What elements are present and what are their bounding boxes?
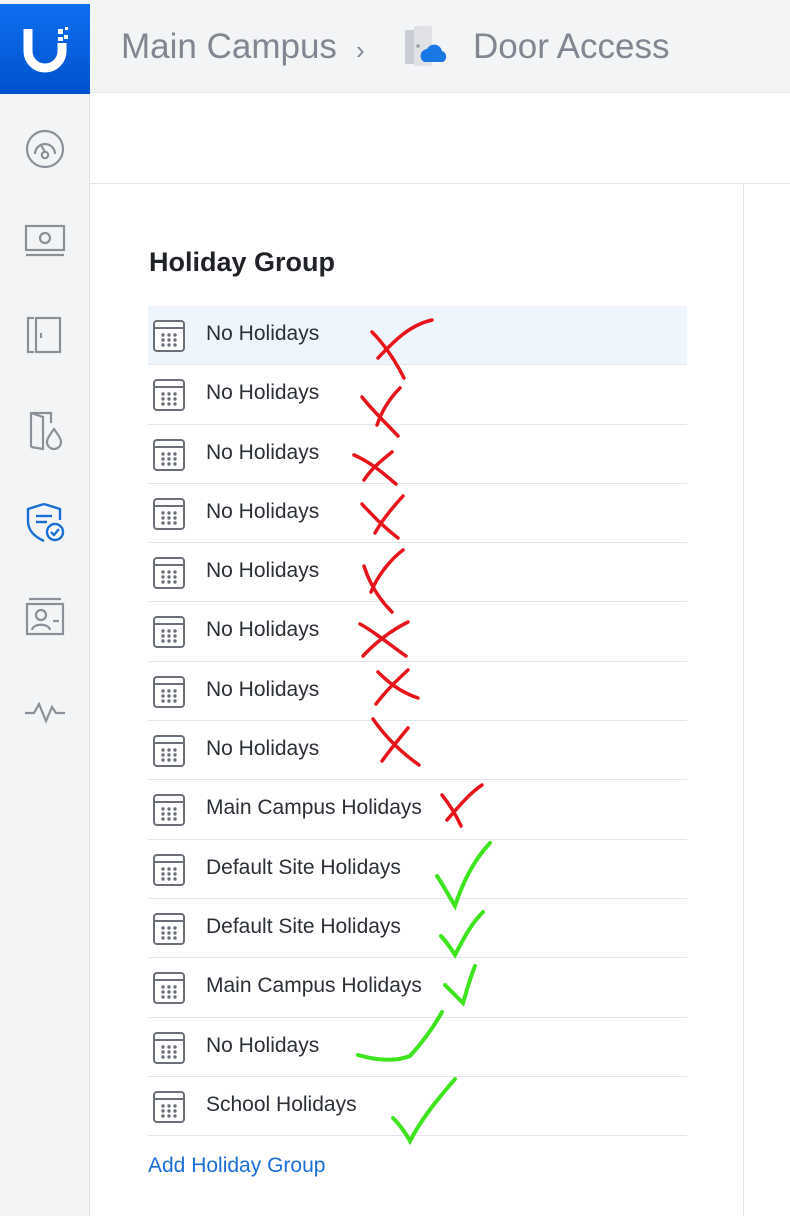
holiday-group-list: No Holidays No Holidays No Holidays No Holi… [148,306,687,1137]
calendar-icon [153,853,185,886]
top-bar: Main Campus › Door Access [0,0,790,94]
add-holiday-group-link[interactable]: Add Holiday Group [148,1151,325,1181]
sidebar-item-users[interactable] [0,581,90,651]
holiday-group-row[interactable]: No Holidays [148,721,687,781]
holiday-group-row[interactable]: Default Site Holidays [148,899,687,959]
sidebar [0,94,90,1216]
holiday-group-label: No Holidays [206,1033,320,1057]
calendar-icon [153,557,185,590]
holiday-group-row[interactable]: No Holidays [148,425,687,484]
holiday-group-row[interactable]: No Holidays [148,365,687,425]
sidebar-item-security[interactable] [0,487,90,557]
breadcrumb-separator: › [356,35,365,65]
calendar-icon [153,616,185,649]
sidebar-item-doors[interactable] [0,300,90,370]
devices-icon [24,224,66,257]
calendar-icon [153,320,185,352]
holiday-group-row[interactable]: School Holidays [148,1077,687,1137]
ubiquiti-logo-icon[interactable] [0,4,90,94]
holiday-group-row[interactable]: No Holidays [148,602,687,662]
holiday-group-label: No Holidays [206,499,320,523]
users-icon [25,597,65,636]
activity-icon [25,701,65,724]
sidebar-item-devices[interactable] [0,205,90,275]
holiday-group-label: No Holidays [206,381,320,405]
holiday-group-label: Default Site Holidays [206,914,401,938]
holiday-group-label: No Holidays [206,322,320,345]
holiday-group-row[interactable]: No Holidays [148,1018,687,1077]
holiday-group-label: No Holidays [206,440,320,464]
page-header-strip [90,94,790,184]
holiday-group-row[interactable]: Main Campus Holidays [148,780,687,840]
sidebar-item-dashboard[interactable] [0,114,90,184]
holiday-group-label: No Holidays [206,737,320,761]
calendar-icon [153,794,185,827]
calendar-icon [153,675,185,708]
breadcrumb-site[interactable]: Main Campus [121,25,337,69]
calendar-icon [153,972,185,1005]
holiday-group-row[interactable]: No Holidays [148,484,687,544]
holiday-group-label: Main Campus Holidays [206,796,422,820]
dashboard-icon [25,129,65,169]
holiday-group-label: Default Site Holidays [206,855,401,879]
holiday-group-row[interactable]: No Holidays [148,543,687,603]
calendar-icon [153,735,185,768]
holiday-group-label: School Holidays [206,1092,357,1116]
sidebar-item-activity[interactable] [0,675,90,745]
calendar-icon [153,1090,185,1123]
doors-icon [26,316,62,354]
holiday-group-label: No Holidays [206,559,320,583]
access-policies-icon [29,411,63,451]
calendar-icon [153,497,185,530]
calendar-icon [153,1031,185,1064]
holiday-group-label: Main Campus Holidays [206,974,422,998]
calendar-icon [153,379,185,412]
security-shield-icon [26,502,65,543]
calendar-icon [153,438,185,471]
holiday-group-label: No Holidays [206,677,320,701]
door-access-icon [402,24,450,70]
sidebar-item-access[interactable] [0,394,90,464]
breadcrumb-app[interactable]: Door Access [473,25,669,69]
holiday-group-row[interactable]: Main Campus Holidays [148,958,687,1018]
holiday-group-row[interactable]: No Holidays [148,662,687,722]
holiday-group-row[interactable]: Default Site Holidays [148,840,687,899]
right-pane [745,184,790,1216]
holiday-group-label: No Holidays [206,618,320,642]
calendar-icon [153,912,185,945]
holiday-group-row[interactable]: No Holidays [148,306,687,366]
section-title: Holiday Group [149,247,336,277]
